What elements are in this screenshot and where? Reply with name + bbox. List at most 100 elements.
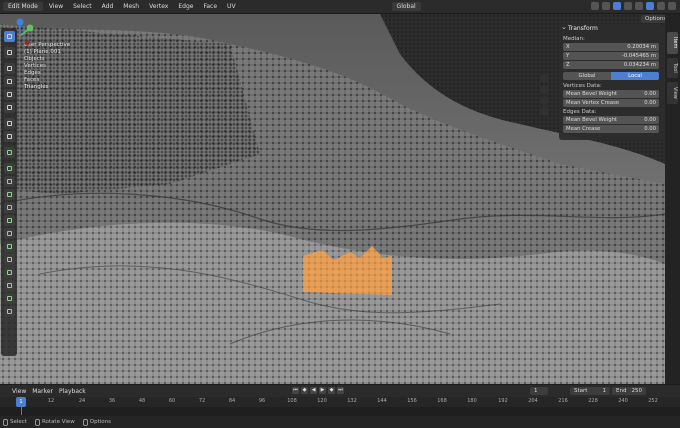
tab-view[interactable]: View [667, 82, 678, 104]
tick-label: 132 [347, 398, 357, 404]
shading-rendered-icon[interactable] [668, 2, 676, 10]
knife-tool-icon[interactable] [3, 215, 15, 226]
tick-label: 36 [108, 398, 116, 404]
visibility-icon[interactable] [591, 2, 599, 10]
mouse-middle-icon [34, 418, 40, 426]
edge-bevel-weight-field[interactable]: Mean Bevel Weight 0.00 [563, 116, 659, 124]
tick-label: 240 [618, 398, 628, 404]
tab-item[interactable]: Item [667, 32, 678, 54]
tick-label: 192 [498, 398, 508, 404]
tick-label: 12 [47, 398, 55, 404]
median-label: Median: [563, 36, 585, 42]
edge-slide-tool-icon[interactable] [3, 267, 15, 278]
frame-ruler[interactable]: 1 12 24 36 48 60 72 84 96 108 120 132 14… [0, 397, 680, 407]
gizmo-toggle-icon[interactable] [602, 2, 610, 10]
pan-hand-icon[interactable] [540, 85, 549, 94]
menu-add[interactable]: Add [98, 2, 118, 11]
add-cube-tool-icon[interactable] [3, 147, 15, 158]
loop-cut-tool-icon[interactable] [3, 202, 15, 213]
tick-label: 120 [317, 398, 327, 404]
stats-vertices: Vertices [24, 63, 46, 69]
stats-edges: Edges [24, 70, 41, 76]
camera-icon[interactable] [540, 96, 549, 105]
spin-tool-icon[interactable] [3, 241, 15, 252]
mean-crease-label: Mean Crease [566, 126, 601, 132]
tab-tool[interactable]: Tool [667, 58, 678, 78]
y-label: Y [566, 53, 570, 59]
orientation-dropdown[interactable]: Global [391, 2, 421, 11]
transform-panel-header[interactable]: Transform [559, 22, 663, 34]
navigation-buttons [540, 74, 549, 116]
measure-tool-icon[interactable] [3, 131, 15, 142]
mean-vertex-crease-field[interactable]: Mean Vertex Crease 0.00 [563, 99, 659, 107]
mean-bevel-weight-field[interactable]: Mean Bevel Weight 0.00 [563, 90, 659, 98]
vertex-data-label: Vertices Data: [563, 83, 602, 89]
extrude-tool-icon[interactable] [3, 163, 15, 174]
median-z-field[interactable]: Z 0.034234 m [563, 61, 659, 69]
start-frame-field[interactable]: Start 1 [570, 387, 610, 395]
xray-icon[interactable] [624, 2, 632, 10]
tick-label: 168 [437, 398, 447, 404]
timeline-menu-marker[interactable]: Marker [32, 388, 53, 395]
transform-tool-icon[interactable] [3, 102, 15, 113]
shading-solid-icon[interactable] [646, 2, 654, 10]
menu-uv[interactable]: UV [223, 2, 240, 11]
median-x-field[interactable]: X 0.20034 m [563, 43, 659, 51]
move-tool-icon[interactable] [3, 63, 15, 74]
menu-view[interactable]: View [45, 2, 67, 11]
shading-wireframe-icon[interactable] [635, 2, 643, 10]
next-keyframe-icon[interactable]: ◆ [328, 387, 335, 394]
tick-label: 252 [648, 398, 658, 404]
rotate-tool-icon[interactable] [3, 76, 15, 87]
playhead-line [21, 407, 22, 415]
grid-icon[interactable] [540, 107, 549, 116]
space-toggle: Global Local [563, 72, 659, 80]
menu-vertex[interactable]: Vertex [145, 2, 172, 11]
median-y-field[interactable]: Y -0.045465 m [563, 52, 659, 60]
mean-crease-field[interactable]: Mean Crease 0.00 [563, 125, 659, 133]
annotate-tool-icon[interactable] [3, 118, 15, 129]
menu-mesh[interactable]: Mesh [119, 2, 143, 11]
menu-face[interactable]: Face [199, 2, 221, 11]
mode-selector[interactable]: Edit Mode [3, 2, 43, 11]
edge-bevel-weight-label: Mean Bevel Weight [566, 117, 618, 123]
sidebar-tabs: Item Tool View [665, 14, 680, 384]
viewport-display-controls [591, 2, 676, 10]
tick-label: 60 [168, 398, 176, 404]
playhead[interactable]: 1 [16, 397, 26, 407]
overlay-toggle-icon[interactable] [613, 2, 621, 10]
timeline-menu-view[interactable]: View [12, 388, 26, 395]
status-rotate: Rotate View [34, 418, 75, 426]
global-button[interactable]: Global [563, 72, 611, 80]
end-label: End [616, 388, 627, 394]
shear-tool-icon[interactable] [3, 293, 15, 304]
prev-keyframe-icon[interactable]: ◆ [301, 387, 308, 394]
timeline-track[interactable] [0, 407, 680, 416]
play-icon[interactable]: ▶ [319, 387, 326, 394]
poly-build-tool-icon[interactable] [3, 228, 15, 239]
mean-vertex-crease-label: Mean Vertex Crease [566, 100, 620, 106]
mouse-left-icon [3, 418, 8, 426]
3d-viewport[interactable]: User Perspective (1) Plane.001 Objects V… [0, 14, 665, 384]
zoom-icon[interactable] [540, 74, 549, 83]
shrink-fatten-tool-icon[interactable] [3, 280, 15, 291]
menu-edge[interactable]: Edge [174, 2, 197, 11]
bevel-tool-icon[interactable] [3, 189, 15, 200]
status-select-label: Select [10, 419, 27, 425]
inset-tool-icon[interactable] [3, 176, 15, 187]
smooth-tool-icon[interactable] [3, 254, 15, 265]
jump-end-icon[interactable]: ⏭ [337, 387, 344, 394]
rip-region-tool-icon[interactable] [3, 306, 15, 317]
scale-tool-icon[interactable] [3, 89, 15, 100]
end-frame-field[interactable]: End 250 [612, 387, 646, 395]
local-button[interactable]: Local [611, 72, 659, 80]
shading-material-icon[interactable] [657, 2, 665, 10]
mean-bevel-weight-value: 0.00 [644, 91, 656, 97]
select-box-tool-icon[interactable] [3, 31, 15, 42]
jump-start-icon[interactable]: ⏮ [292, 387, 299, 394]
cursor-tool-icon[interactable] [3, 47, 15, 58]
menu-select[interactable]: Select [69, 2, 96, 11]
play-reverse-icon[interactable]: ◀ [310, 387, 317, 394]
current-frame-field[interactable]: 1 [530, 387, 548, 395]
timeline-menu-playback[interactable]: Playback [59, 388, 86, 395]
